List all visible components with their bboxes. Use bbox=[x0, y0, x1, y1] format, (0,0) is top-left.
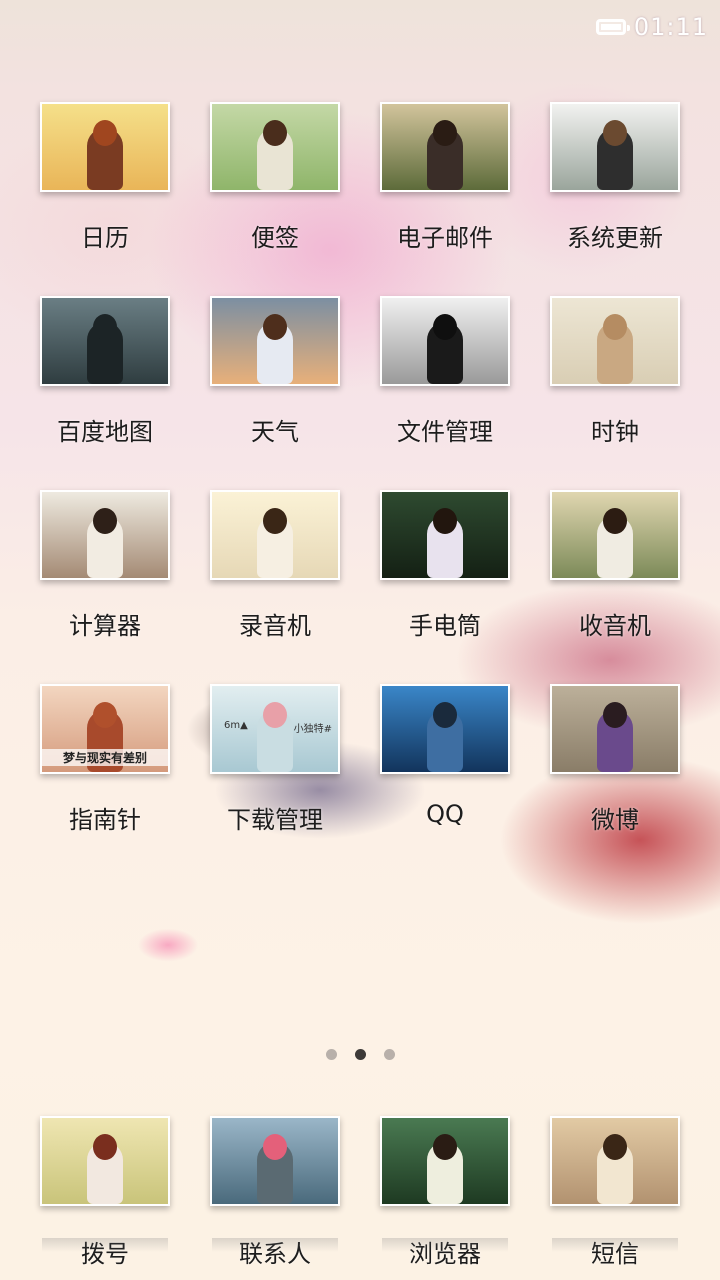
app-label: 文件管理 bbox=[397, 418, 493, 446]
app-thumbnail bbox=[40, 490, 170, 580]
app-label: 录音机 bbox=[239, 612, 311, 640]
app-thumbnail bbox=[210, 1116, 340, 1206]
page-indicator bbox=[0, 1049, 720, 1060]
figure-head bbox=[433, 702, 457, 728]
app-icon-clock[interactable]: 时钟 bbox=[530, 296, 700, 490]
app-thumbnail: 6m▲ 小独特# bbox=[210, 684, 340, 774]
dock-reflection bbox=[382, 1238, 508, 1252]
dock-reflection bbox=[212, 1238, 338, 1252]
figure-head bbox=[603, 508, 627, 534]
app-label: 系统更新 bbox=[567, 224, 663, 252]
app-thumbnail bbox=[550, 490, 680, 580]
app-icon-calculator[interactable]: 计算器 bbox=[20, 490, 190, 684]
figure-head bbox=[263, 314, 287, 340]
figure-head bbox=[603, 1134, 627, 1160]
dock-reflection bbox=[552, 1238, 678, 1252]
app-icon-weibo[interactable]: 微博 bbox=[530, 684, 700, 878]
battery-icon bbox=[595, 19, 630, 35]
app-thumbnail bbox=[550, 296, 680, 386]
app-icon-flashlight[interactable]: 手电筒 bbox=[360, 490, 530, 684]
app-label: 时钟 bbox=[591, 418, 639, 446]
figure-head bbox=[603, 314, 627, 340]
app-icon-file-manager[interactable]: 文件管理 bbox=[360, 296, 530, 490]
app-icon-email[interactable]: 电子邮件 bbox=[360, 102, 530, 296]
app-icon-system-update[interactable]: 系统更新 bbox=[530, 102, 700, 296]
app-thumbnail bbox=[210, 296, 340, 386]
status-bar: 01:11 bbox=[595, 12, 708, 42]
app-thumbnail bbox=[550, 102, 680, 192]
app-icon-baidu-map[interactable]: 百度地图 bbox=[20, 296, 190, 490]
app-label: 计算器 bbox=[69, 612, 141, 640]
app-label: 微博 bbox=[591, 806, 639, 834]
app-icon-compass[interactable]: 梦与现实有差别指南针 bbox=[20, 684, 190, 878]
figure-head bbox=[433, 1134, 457, 1160]
app-icon-notes[interactable]: 便签 bbox=[190, 102, 360, 296]
app-thumbnail bbox=[550, 684, 680, 774]
app-icon-calendar[interactable]: 日历 bbox=[20, 102, 190, 296]
app-thumbnail bbox=[380, 490, 510, 580]
app-thumbnail bbox=[380, 102, 510, 192]
app-icon-download-manager[interactable]: 6m▲ 小独特# 下载管理 bbox=[190, 684, 360, 878]
thumbnail-caption-part: 小独特# bbox=[293, 724, 332, 735]
app-icon-weather[interactable]: 天气 bbox=[190, 296, 360, 490]
figure-head bbox=[263, 508, 287, 534]
figure-head bbox=[603, 702, 627, 728]
page-dot[interactable] bbox=[325, 1049, 337, 1060]
app-label: 电子邮件 bbox=[397, 224, 493, 252]
app-thumbnail bbox=[210, 490, 340, 580]
thumbnail-caption: 梦与现实有差别 bbox=[42, 749, 168, 766]
app-label: 天气 bbox=[251, 418, 299, 446]
page-dot[interactable] bbox=[354, 1049, 366, 1060]
app-icon-qq[interactable]: QQ bbox=[360, 684, 530, 878]
figure-head bbox=[263, 120, 287, 146]
app-label: 收音机 bbox=[579, 612, 651, 640]
figure-head bbox=[93, 508, 117, 534]
figure-head bbox=[93, 702, 117, 728]
figure-head bbox=[93, 120, 117, 146]
app-thumbnail bbox=[380, 296, 510, 386]
app-label: 手电筒 bbox=[409, 612, 481, 640]
app-thumbnail bbox=[380, 684, 510, 774]
app-label: 百度地图 bbox=[57, 418, 153, 446]
app-grid: 日历 便签 电子邮件 系统更新百度地图 天气 文件管理 时钟计算器 录音机 手电筒 收音机梦与现实… bbox=[20, 102, 700, 878]
app-label: 便签 bbox=[251, 224, 299, 252]
figure-head bbox=[93, 1134, 117, 1160]
app-thumbnail bbox=[40, 1116, 170, 1206]
app-label: 下载管理 bbox=[227, 806, 323, 834]
app-thumbnail bbox=[40, 102, 170, 192]
app-thumbnail: 梦与现实有差别 bbox=[40, 684, 170, 774]
figure-head bbox=[433, 508, 457, 534]
page-dot[interactable] bbox=[383, 1049, 395, 1060]
app-label: 指南针 bbox=[69, 806, 141, 834]
app-label: QQ bbox=[426, 800, 464, 828]
app-thumbnail bbox=[210, 102, 340, 192]
app-thumbnail bbox=[380, 1116, 510, 1206]
app-icon-voice-recorder[interactable]: 录音机 bbox=[190, 490, 360, 684]
app-thumbnail bbox=[550, 1116, 680, 1206]
app-label: 日历 bbox=[81, 224, 129, 252]
app-thumbnail bbox=[40, 296, 170, 386]
figure-head bbox=[93, 314, 117, 340]
dock-reflection bbox=[42, 1238, 168, 1252]
figure-head bbox=[433, 120, 457, 146]
figure-head bbox=[603, 120, 627, 146]
figure-head bbox=[433, 314, 457, 340]
app-icon-radio[interactable]: 收音机 bbox=[530, 490, 700, 684]
figure-head bbox=[263, 1134, 287, 1160]
thumbnail-caption-part: 6m▲ bbox=[224, 720, 248, 731]
status-time: 01:11 bbox=[633, 13, 708, 41]
thumbnail-caption: 6m▲ 小独特# bbox=[224, 720, 332, 735]
